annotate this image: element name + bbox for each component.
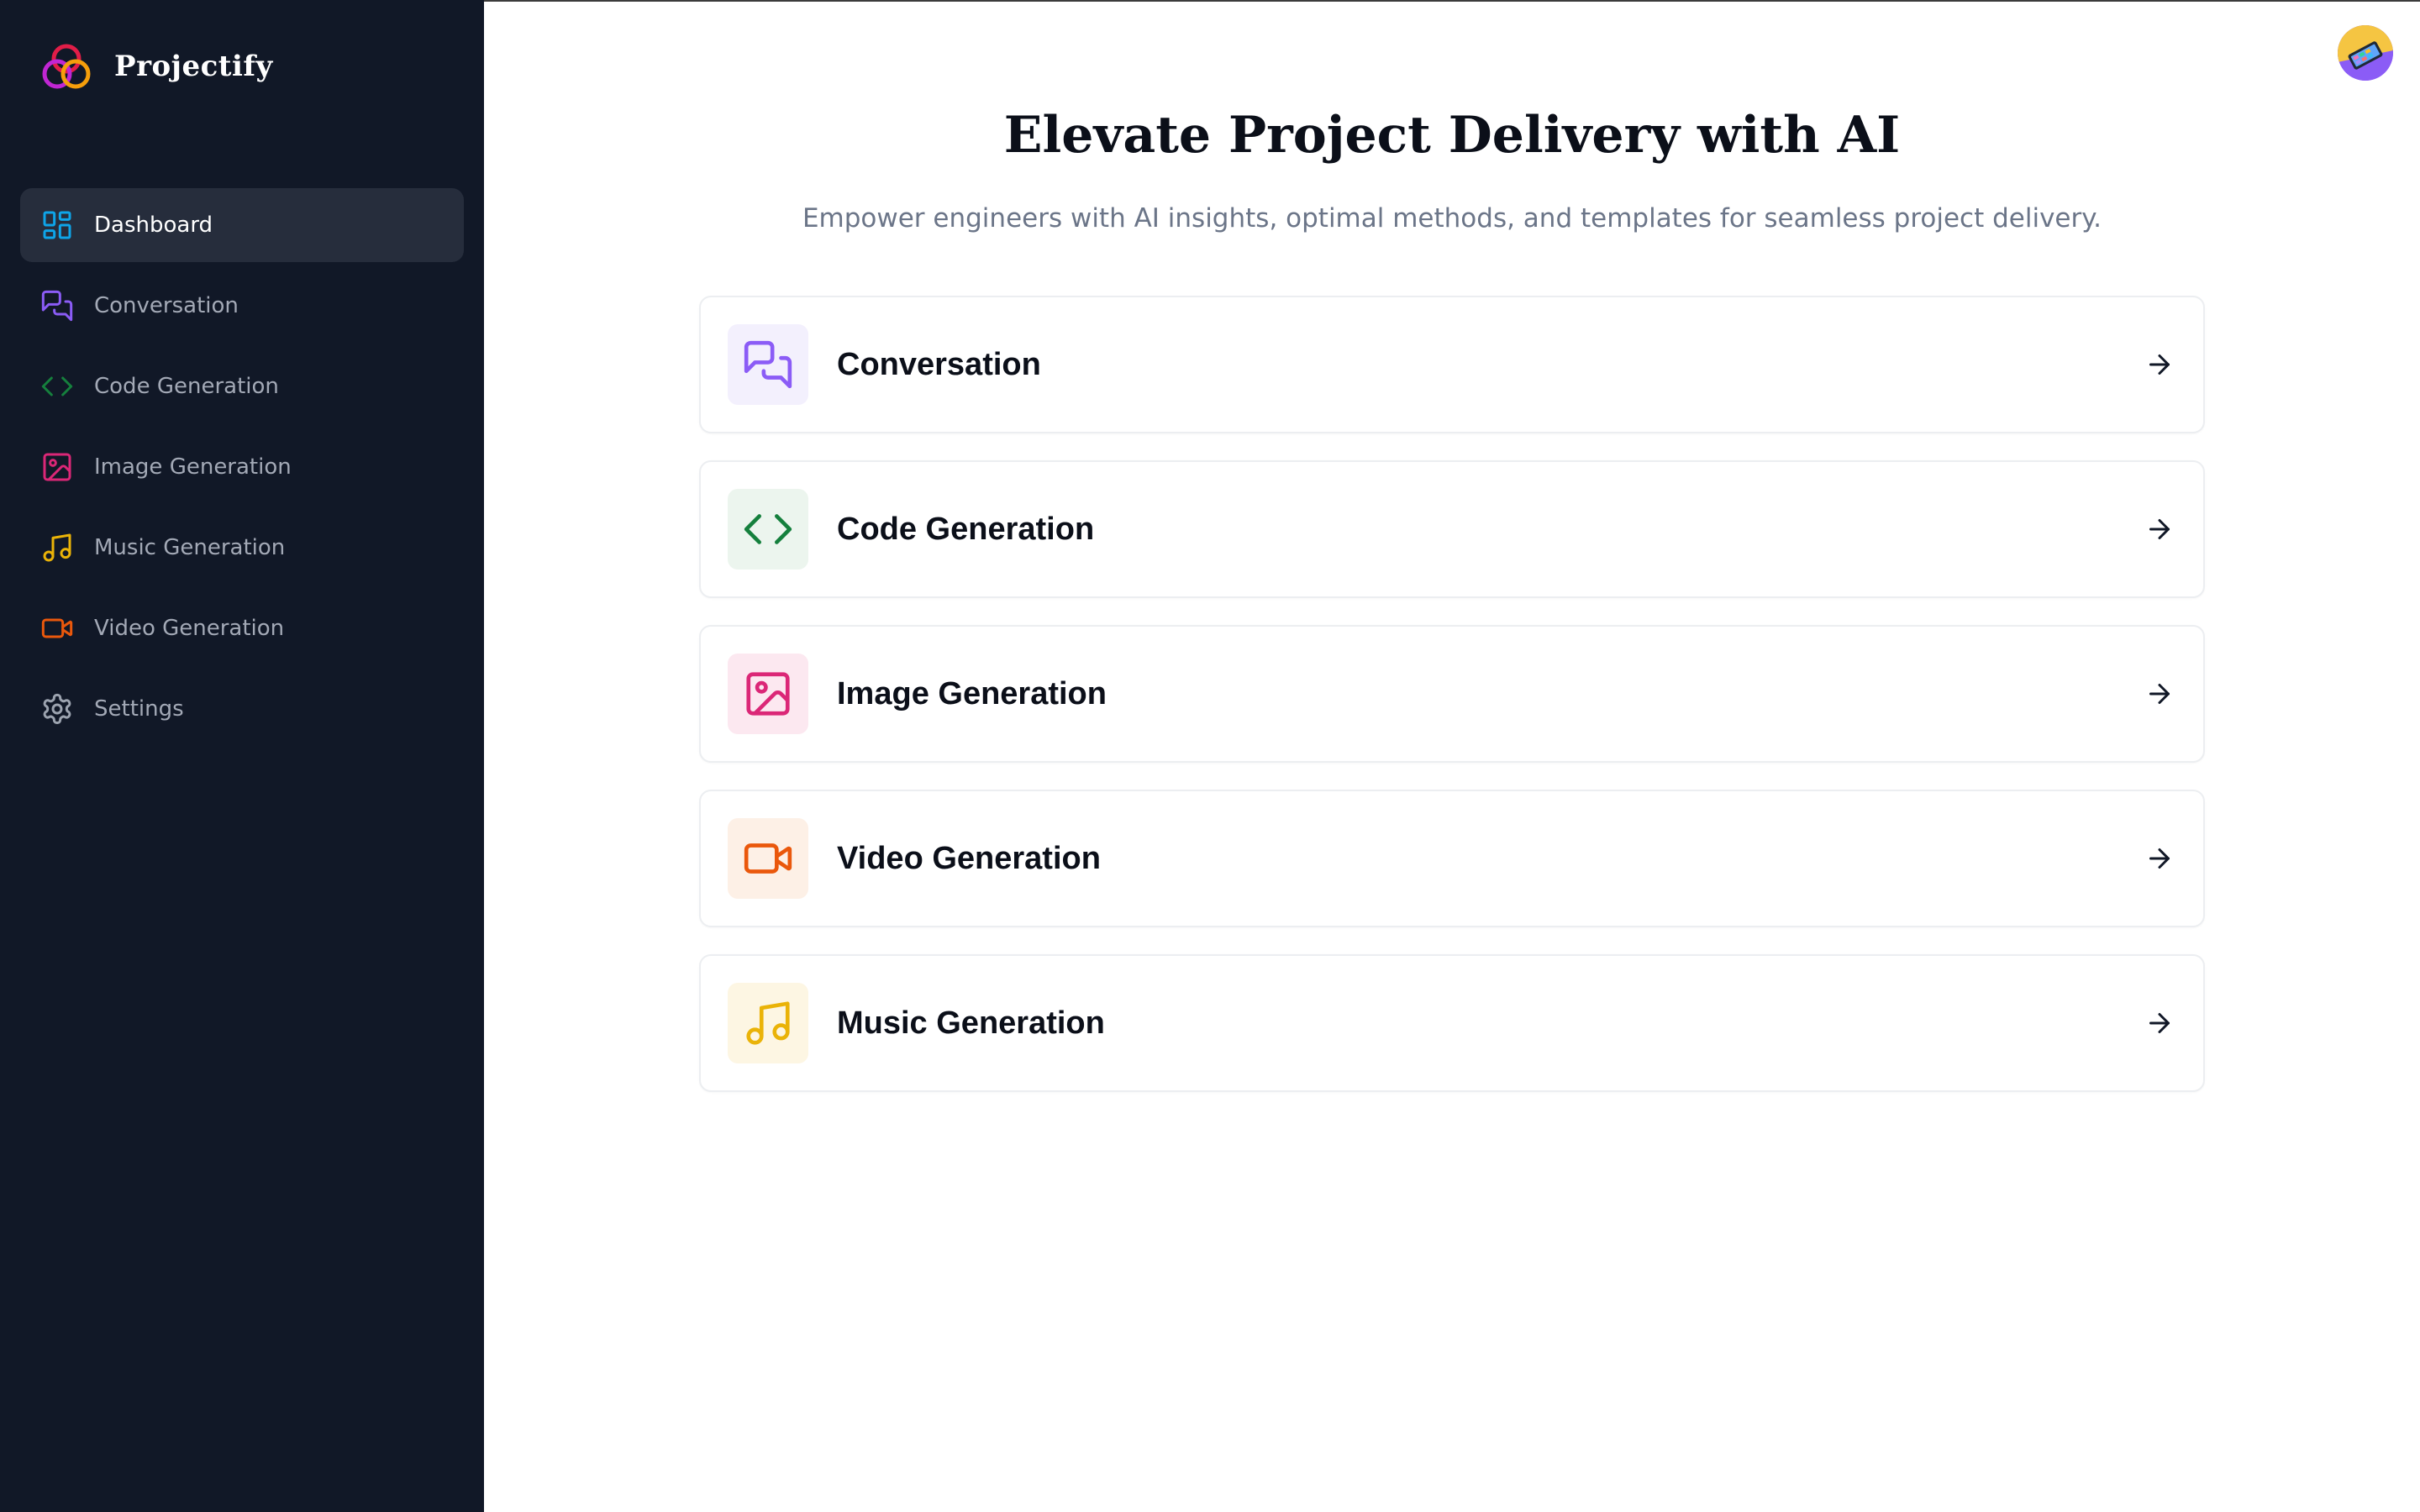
gear-icon <box>40 692 74 726</box>
sidebar-item-settings[interactable]: Settings <box>20 672 464 746</box>
main-content: Elevate Project Delivery with AI Empower… <box>484 0 2420 1512</box>
image-icon <box>40 450 74 484</box>
card-label: Music Generation <box>837 1005 1105 1041</box>
sidebar-item-label: Image Generation <box>94 454 292 480</box>
music-icon <box>40 531 74 564</box>
page-subtitle: Empower engineers with AI insights, opti… <box>802 203 2102 234</box>
sidebar-item-label: Music Generation <box>94 535 286 560</box>
sidebar-nav: Dashboard Conversation Code Generation I… <box>20 188 464 753</box>
arrow-right-icon <box>2144 349 2175 380</box>
card-conversation[interactable]: Conversation <box>699 296 2205 433</box>
user-avatar[interactable] <box>2338 25 2393 81</box>
sidebar-item-conversation[interactable]: Conversation <box>20 269 464 343</box>
sidebar: Projectify Dashboard Conversation Code G… <box>0 0 484 1512</box>
music-icon <box>728 983 808 1063</box>
code-icon <box>728 489 808 570</box>
code-icon <box>40 370 74 403</box>
sidebar-item-label: Dashboard <box>94 213 213 238</box>
card-image-generation[interactable]: Image Generation <box>699 625 2205 763</box>
card-music-generation[interactable]: Music Generation <box>699 954 2205 1092</box>
sidebar-item-label: Settings <box>94 696 184 722</box>
card-label: Video Generation <box>837 840 1101 876</box>
video-icon <box>728 818 808 899</box>
sidebar-item-label: Conversation <box>94 293 239 318</box>
video-icon <box>40 612 74 645</box>
avatar-image <box>2338 25 2393 81</box>
projectify-logo-icon <box>42 44 91 89</box>
card-label: Code Generation <box>837 511 1095 547</box>
sidebar-item-video-generation[interactable]: Video Generation <box>20 591 464 665</box>
dashboard-icon <box>40 208 74 242</box>
arrow-right-icon <box>2144 843 2175 874</box>
card-label: Conversation <box>837 346 1041 382</box>
arrow-right-icon <box>2144 679 2175 709</box>
sidebar-item-image-generation[interactable]: Image Generation <box>20 430 464 504</box>
brand-name: Projectify <box>114 50 273 83</box>
arrow-right-icon <box>2144 1008 2175 1038</box>
sidebar-item-label: Video Generation <box>94 616 285 641</box>
chat-icon <box>40 289 74 323</box>
brand[interactable]: Projectify <box>39 40 273 92</box>
image-icon <box>728 654 808 734</box>
card-video-generation[interactable]: Video Generation <box>699 790 2205 927</box>
tool-card-list: Conversation Code Generation Image Gener… <box>699 296 2205 1119</box>
sidebar-item-code-generation[interactable]: Code Generation <box>20 349 464 423</box>
sidebar-item-label: Code Generation <box>94 374 279 399</box>
card-label: Image Generation <box>837 675 1107 711</box>
card-code-generation[interactable]: Code Generation <box>699 460 2205 598</box>
sidebar-item-music-generation[interactable]: Music Generation <box>20 511 464 585</box>
chat-icon <box>728 324 808 405</box>
sidebar-item-dashboard[interactable]: Dashboard <box>20 188 464 262</box>
arrow-right-icon <box>2144 514 2175 544</box>
page-title: Elevate Project Delivery with AI <box>1003 106 1901 165</box>
